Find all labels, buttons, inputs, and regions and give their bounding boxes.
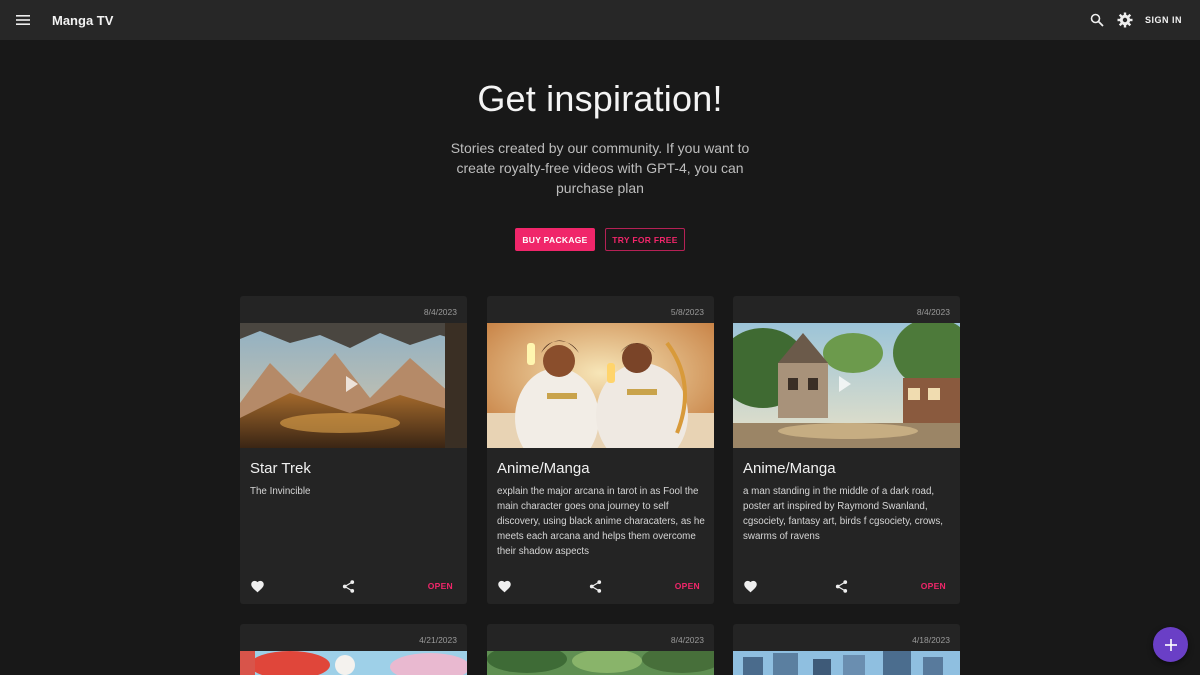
- card-thumbnail[interactable]: [733, 323, 960, 448]
- search-icon[interactable]: [1087, 10, 1107, 30]
- story-card[interactable]: 4/21/2023: [240, 624, 467, 675]
- card-thumbnail[interactable]: [240, 323, 467, 448]
- card-date: 8/4/2023: [916, 307, 950, 317]
- card-actions: OPEN: [240, 568, 467, 604]
- buy-package-button[interactable]: BUY PACKAGE: [515, 228, 595, 251]
- menu-icon[interactable]: [14, 11, 32, 29]
- heart-icon[interactable]: [497, 579, 512, 594]
- story-card[interactable]: 8/4/2023: [487, 624, 714, 675]
- plus-icon: [1164, 638, 1177, 651]
- app-bar: Manga TV SIGN IN: [0, 0, 1200, 40]
- card-thumbnail[interactable]: [487, 323, 714, 448]
- play-icon: [346, 376, 358, 392]
- page-subtitle: Stories created by our community. If you…: [450, 140, 750, 196]
- card-date: 8/4/2023: [423, 307, 457, 317]
- add-button[interactable]: [1153, 627, 1188, 662]
- share-icon[interactable]: [341, 579, 356, 594]
- card-date: 8/4/2023: [670, 635, 704, 645]
- card-actions: OPEN: [733, 568, 960, 604]
- story-card[interactable]: 8/4/2023 Star Trek The Invincible OPEN: [240, 296, 467, 604]
- story-card[interactable]: 8/4/2023 Anime/Manga a man standing in t…: [733, 296, 960, 604]
- card-date: 4/21/2023: [419, 635, 457, 645]
- share-icon[interactable]: [588, 579, 603, 594]
- app-title[interactable]: Manga TV: [52, 13, 113, 28]
- card-description: The Invincible: [250, 486, 311, 497]
- open-button[interactable]: OPEN: [428, 581, 453, 591]
- card-title: Star Trek: [250, 460, 311, 477]
- story-card[interactable]: 4/18/2023: [733, 624, 960, 675]
- card-title: Anime/Manga: [497, 460, 590, 477]
- card-description: a man standing in the middle of a dark r…: [743, 486, 943, 542]
- open-button[interactable]: OPEN: [921, 581, 946, 591]
- share-icon[interactable]: [834, 579, 849, 594]
- play-icon: [839, 376, 851, 392]
- card-thumbnail[interactable]: [240, 651, 467, 675]
- story-card[interactable]: 5/8/2023 Anime/Manga explain the major a…: [487, 296, 714, 604]
- card-thumbnail[interactable]: [487, 651, 714, 675]
- card-actions: OPEN: [487, 568, 714, 604]
- heart-icon[interactable]: [250, 579, 265, 594]
- open-button[interactable]: OPEN: [675, 581, 700, 591]
- try-for-free-button[interactable]: TRY FOR FREE: [605, 228, 685, 251]
- gear-icon[interactable]: [1115, 10, 1135, 30]
- card-date: 4/18/2023: [912, 635, 950, 645]
- page-title: Get inspiration!: [477, 78, 723, 119]
- card-description: explain the major arcana in tarot in as …: [497, 486, 705, 557]
- card-title: Anime/Manga: [743, 460, 836, 477]
- card-date: 5/8/2023: [670, 307, 704, 317]
- card-thumbnail[interactable]: [733, 651, 960, 675]
- heart-icon[interactable]: [743, 579, 758, 594]
- sign-in-button[interactable]: SIGN IN: [1145, 15, 1182, 25]
